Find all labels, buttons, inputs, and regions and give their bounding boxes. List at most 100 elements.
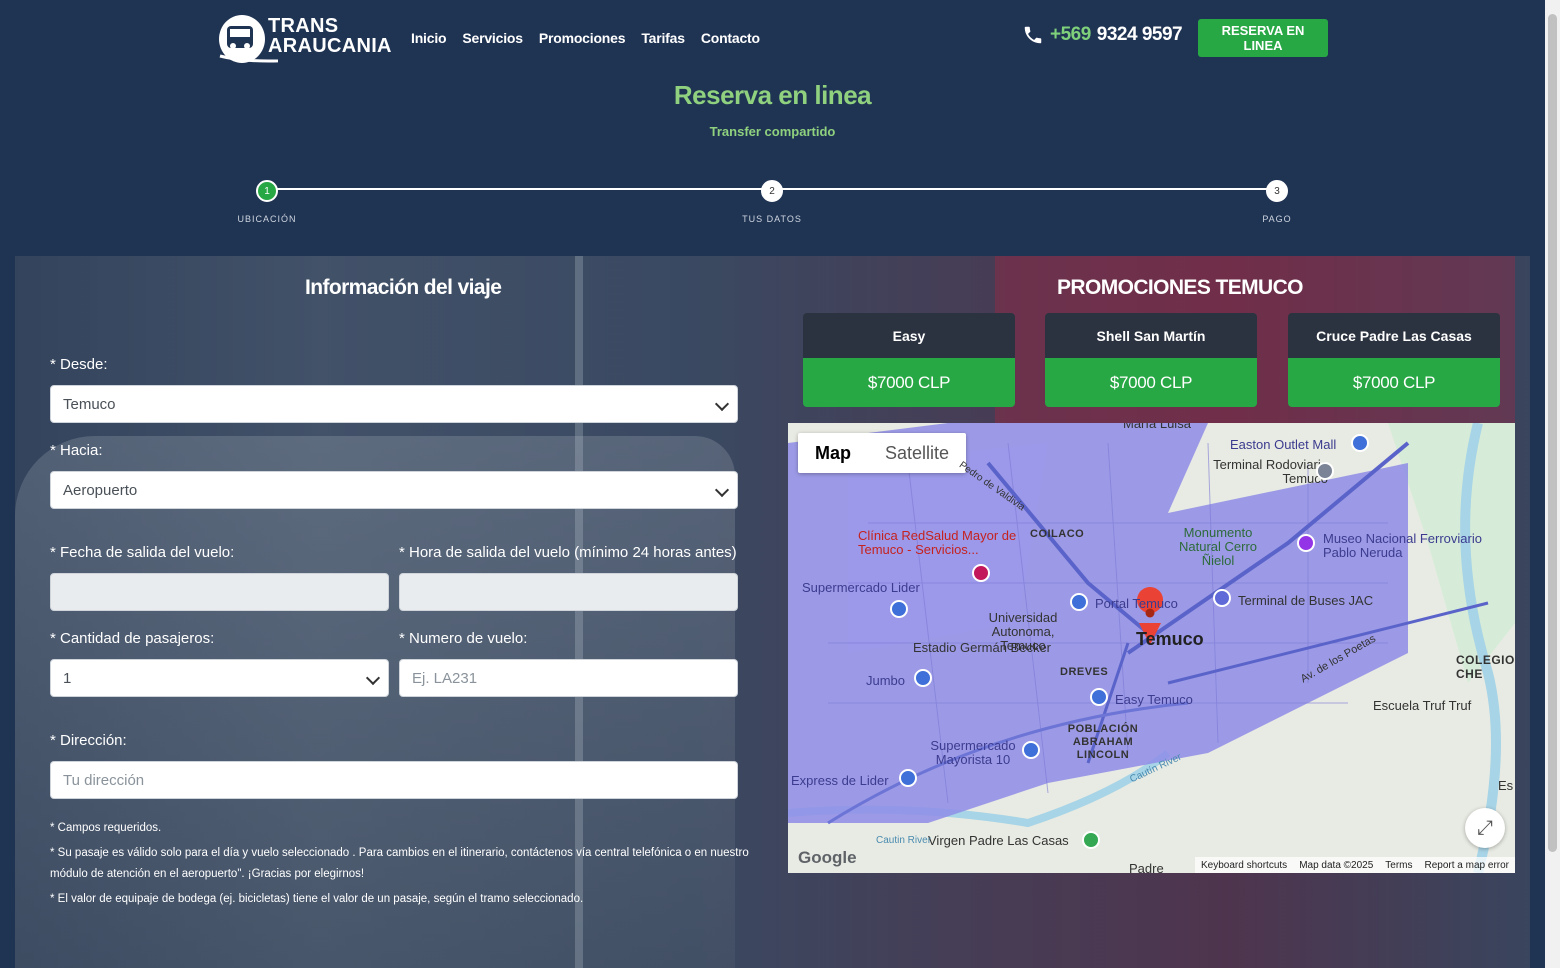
phone-prefix: +569 — [1050, 24, 1091, 45]
terms-link[interactable]: Terms — [1385, 860, 1412, 871]
fullscreen-icon[interactable]: ⤢ — [1465, 808, 1505, 848]
promo-card-shell[interactable]: Shell San Martín $7000 CLP — [1045, 313, 1257, 407]
note-required: * Campos requeridos. — [50, 822, 162, 834]
shopping-pin-icon[interactable] — [1070, 593, 1088, 611]
main-nav: Inicio Servicios Promociones Tarifas Con… — [411, 30, 760, 46]
map-label: COLEGIO CHE — [1456, 653, 1515, 681]
shopping-cart-pin-icon[interactable] — [914, 669, 932, 687]
hacia-label: * Hacia: — [50, 442, 103, 459]
step-3-circle: 3 — [1266, 180, 1288, 202]
map-label: POBLACIÓN ABRAHAM LINCOLN — [1067, 723, 1139, 761]
promo-price: $7000 CLP — [803, 358, 1015, 407]
phone-contact[interactable]: +569 9324 9597 — [1022, 24, 1183, 46]
map-attribution: Keyboard shortcuts Map data ©2025 Terms … — [1195, 857, 1515, 873]
step-1-label: UBICACIÓN — [237, 214, 297, 224]
note-luggage: * El valor de equipaje de bodega (ej. bi… — [50, 893, 584, 905]
nav-inicio[interactable]: Inicio — [411, 30, 447, 46]
keyboard-shortcuts-link[interactable]: Keyboard shortcuts — [1201, 860, 1287, 871]
desde-select[interactable]: Temuco — [50, 385, 738, 423]
note-validity: * Su pasaje es válido solo para el día y… — [50, 847, 749, 880]
park-pin-icon[interactable] — [1082, 831, 1100, 849]
nav-promociones[interactable]: Promociones — [539, 30, 626, 46]
map-city-label: Temuco — [1136, 629, 1204, 649]
map-tab-satellite[interactable]: Satellite — [868, 433, 966, 473]
promo-name: Cruce Padre Las Casas — [1288, 313, 1500, 358]
shopping-cart-pin-icon[interactable] — [890, 600, 908, 618]
hora-input[interactable] — [399, 573, 738, 611]
map-label: Padre — [1129, 861, 1164, 873]
shopping-cart-pin-icon[interactable] — [1022, 741, 1040, 759]
direccion-input[interactable]: Tu dirección — [50, 761, 738, 799]
vuelo-input[interactable]: Ej. LA231 — [399, 659, 738, 697]
map-widget[interactable]: Map Satellite María Luisa Easton Outlet … — [788, 423, 1515, 873]
page-subtitle: Transfer compartido — [709, 124, 836, 139]
map-label: Supermercado Lider — [802, 580, 920, 595]
report-error-link[interactable]: Report a map error — [1425, 860, 1509, 871]
promos-title: PROMOCIONES TEMUCO — [1057, 276, 1303, 299]
direccion-label: * Dirección: — [50, 732, 127, 749]
hacia-value: Aeropuerto — [63, 481, 138, 499]
page-title: Reserva en linea — [673, 80, 872, 110]
pasajeros-select[interactable]: 1 — [50, 659, 389, 697]
phone-icon — [1024, 26, 1042, 44]
map-label: Portal Temuco — [1095, 596, 1178, 611]
chevron-down-icon — [365, 670, 381, 686]
map-type-toggle: Map Satellite — [798, 433, 967, 473]
map-label: Es — [1498, 778, 1514, 793]
step-1-circle: 1 — [256, 180, 278, 202]
map-label: DREVES — [1060, 666, 1109, 678]
bus-pin-icon[interactable] — [1213, 589, 1231, 607]
desde-label: * Desde: — [50, 356, 108, 373]
logo-line1: TRANS — [268, 15, 339, 37]
nav-servicios[interactable]: Servicios — [462, 30, 523, 46]
vuelo-placeholder: Ej. LA231 — [412, 669, 478, 687]
promo-name: Shell San Martín — [1045, 313, 1257, 358]
scrollbar-thumb[interactable] — [1548, 14, 1557, 852]
hacia-select[interactable]: Aeropuerto — [50, 471, 738, 509]
form-notes: * Campos requeridos. * Su pasaje es váli… — [50, 818, 750, 914]
logo-text: TRANS ARAUCANIA — [268, 16, 392, 56]
phone-number: 9324 9597 — [1096, 24, 1183, 45]
logo-line2: ARAUCANIA — [268, 35, 392, 57]
form-title: Información del viaje — [305, 276, 502, 299]
shopping-cart-pin-icon[interactable] — [899, 769, 917, 787]
map-label: Easton Outlet Mall — [1230, 437, 1337, 452]
booking-panel: Información del viaje * Desde: Temuco * … — [15, 256, 1530, 968]
step-2-label: TUS DATOS — [742, 214, 802, 224]
map-label: Museo Nacional Ferroviario Pablo Neruda — [1323, 531, 1482, 560]
promo-card-easy[interactable]: Easy $7000 CLP — [803, 313, 1015, 407]
map-label: COILACO — [1030, 528, 1085, 540]
map-label: Terminal Rodoviario Temuco — [1213, 457, 1328, 486]
nav-contacto[interactable]: Contacto — [701, 30, 760, 46]
promo-price: $7000 CLP — [1288, 358, 1500, 407]
hora-label: * Hora de salida del vuelo (mínimo 24 ho… — [399, 544, 737, 561]
fecha-label: * Fecha de salida del vuelo: — [50, 544, 235, 561]
map-label: Jumbo — [866, 673, 906, 688]
promo-name: Easy — [803, 313, 1015, 358]
map-label: Express de Lider — [791, 773, 889, 788]
fecha-input[interactable] — [50, 573, 389, 611]
map-data-text: Map data ©2025 — [1299, 859, 1374, 871]
map-tab-map[interactable]: Map — [798, 433, 868, 473]
vuelo-label: * Numero de vuelo: — [399, 630, 528, 647]
pasajeros-label: * Cantidad de pasajeros: — [50, 630, 215, 647]
nav-tarifas[interactable]: Tarifas — [641, 30, 685, 46]
shopping-pin-icon[interactable] — [1351, 434, 1369, 452]
direccion-placeholder: Tu dirección — [63, 771, 145, 789]
map-label: Cautin River — [876, 835, 932, 846]
desde-value: Temuco — [63, 395, 116, 413]
scrollbar[interactable] — [1545, 0, 1560, 968]
museum-pin-icon[interactable] — [1297, 534, 1315, 552]
promo-card-cruce[interactable]: Cruce Padre Las Casas $7000 CLP — [1288, 313, 1500, 407]
google-logo: Google — [798, 848, 857, 867]
book-online-button[interactable]: RESERVA EN LINEA — [1198, 19, 1328, 57]
hospital-pin-icon[interactable] — [972, 564, 990, 582]
shopping-pin-icon[interactable] — [1090, 688, 1108, 706]
map-label: María Luisa — [1123, 423, 1191, 431]
bus-pin-icon[interactable] — [1316, 462, 1334, 480]
map-label: Easy Temuco — [1115, 692, 1193, 707]
step-2-circle: 2 — [761, 180, 783, 202]
map-label: Estadio Germán Becker — [913, 640, 1052, 655]
logo[interactable]: TRANS ARAUCANIA — [218, 12, 392, 64]
map-label: Monumento Natural Cerro Ñielol — [1178, 525, 1258, 568]
